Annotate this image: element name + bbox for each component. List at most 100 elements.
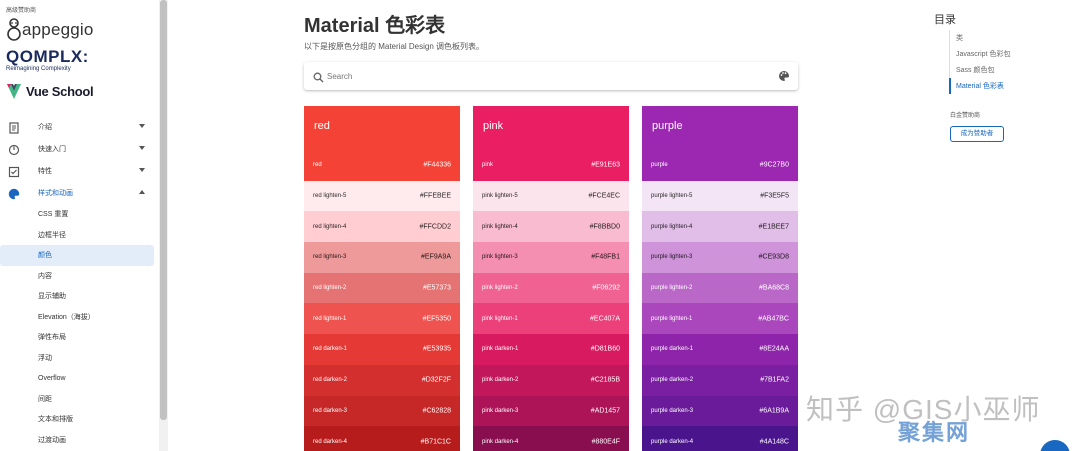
palette-icon[interactable] (778, 69, 790, 87)
sidebar-item-transitions[interactable]: 过渡动画 (0, 430, 158, 451)
color-name: purple lighten-4 (651, 223, 693, 230)
color-swatch-row[interactable]: purple darken-4 #4A148C (642, 426, 798, 451)
sidebar-item-colors[interactable]: 颜色 (0, 245, 154, 266)
sidebar-item-typography[interactable]: 文本和排版 (0, 409, 158, 430)
color-swatch-row[interactable]: pink lighten-2 #F06292 (473, 272, 629, 304)
sidebar-item-elevation[interactable]: Elevation（海拔） (0, 307, 158, 328)
sidebar-item-label: 浮动 (38, 354, 52, 362)
color-swatch-row[interactable]: red darken-3 #C62828 (304, 395, 460, 427)
sidebar-group-features[interactable]: 特性 (0, 160, 158, 182)
color-swatch-row[interactable]: pink lighten-4 #F8BBD0 (473, 211, 629, 243)
color-hex: #CE93D8 (758, 253, 789, 261)
color-name: purple (651, 162, 668, 169)
color-swatch-row[interactable]: red darken-2 #D32F2F (304, 364, 460, 396)
sidebar-item-float[interactable]: 浮动 (0, 348, 158, 369)
color-swatch-row[interactable]: purple lighten-1 #AB47BC (642, 303, 798, 335)
palette-header: red (304, 106, 460, 150)
color-name: red lighten-2 (313, 285, 347, 292)
color-swatch-row[interactable]: purple #9C27B0 (642, 150, 798, 181)
color-name: pink lighten-4 (482, 223, 518, 230)
color-hex: #E57373 (422, 284, 451, 292)
sidebar-item-label: 内容 (38, 272, 52, 280)
color-swatch-row[interactable]: red lighten-4 #FFCDD2 (304, 211, 460, 243)
vueschool-mark-icon (7, 84, 21, 99)
watermark-site: 聚集网 (898, 420, 971, 445)
palette-name: red (314, 120, 330, 132)
app-root: 高级赞助商 appeggio QOMPLX: Reimagining Compl… (0, 0, 1080, 451)
appeggio-logo[interactable]: appeggio (6, 17, 94, 43)
sidebar-item-display[interactable]: 显示辅助 (0, 286, 158, 307)
sidebar-item-overflow[interactable]: Overflow (0, 368, 158, 389)
color-hex: #EF9A9A (421, 253, 451, 261)
qomplx-logo[interactable]: QOMPLX: Reimagining Complexity (6, 48, 89, 72)
palette-red: red red #F44336 red lighten-5 #FFEBEE red lig… (304, 106, 460, 451)
palette-name: pink (483, 120, 504, 132)
color-swatch-row[interactable]: pink lighten-3 #F48FB1 (473, 242, 629, 273)
sidebar-item-content[interactable]: 内容 (0, 266, 158, 287)
toc-item-sass-pack[interactable]: Sass 颜色包 (949, 62, 1059, 78)
color-swatch-row[interactable]: red lighten-1 #EF5350 (304, 303, 460, 335)
color-swatch-row[interactable]: pink lighten-1 #EC407A (473, 303, 629, 335)
color-swatch-row[interactable]: purple lighten-3 #CE93D8 (642, 242, 798, 273)
color-hex: #C62828 (422, 407, 451, 415)
color-hex: #9C27B0 (759, 161, 789, 169)
color-name: pink darken-1 (482, 346, 519, 353)
color-swatch-row[interactable]: purple darken-1 #8E24AA (642, 334, 798, 365)
speed-icon (8, 143, 20, 156)
chevron-down-icon (139, 124, 145, 128)
color-swatch-row[interactable]: red lighten-3 #EF9A9A (304, 242, 460, 273)
page-subtitle: 以下是按原色分组的 Material Design 调色板列表。 (304, 42, 485, 51)
sidebar-group-intro[interactable]: 介绍 (0, 116, 158, 138)
palette-name: purple (652, 120, 683, 132)
become-sponsor-button[interactable]: 成为赞助者 (950, 126, 1004, 142)
color-hex: #EC407A (590, 315, 620, 323)
sidebar-item-flex[interactable]: 弹性布局 (0, 327, 158, 348)
color-swatch-row[interactable]: purple darken-3 #6A1B9A (642, 395, 798, 427)
vueschool-logo[interactable]: Vue School (6, 82, 94, 100)
color-hex: #BA68C8 (759, 284, 789, 292)
color-swatch-row[interactable]: pink darken-3 #AD1457 (473, 395, 629, 427)
toc-item-material-colors[interactable]: Material 色彩表 (949, 78, 1059, 94)
sidebar-scrollbar-thumb[interactable] (160, 0, 167, 420)
floating-action-button[interactable] (1040, 440, 1070, 451)
color-hex: #7B1FA2 (760, 376, 789, 384)
color-search-input[interactable] (327, 67, 767, 85)
color-swatch-row[interactable]: purple darken-2 #7B1FA2 (642, 364, 798, 396)
color-swatch-row[interactable]: red #F44336 (304, 150, 460, 181)
color-name: red darken-3 (313, 407, 348, 414)
color-swatch-row[interactable]: red darken-1 #E53935 (304, 334, 460, 365)
color-name: red lighten-5 (313, 193, 347, 200)
sidebar-item-label: Overflow (38, 374, 66, 382)
toc-list: 类 Javascript 色彩包 Sass 颜色包 Material 色彩表 (949, 30, 1059, 94)
appeggio-mark-icon (7, 18, 21, 41)
sidebar-item-spacing[interactable]: 间距 (0, 389, 158, 410)
sidebar-group-quickstart[interactable]: 快速入门 (0, 138, 158, 160)
color-swatch-row[interactable]: pink darken-1 #D81B60 (473, 334, 629, 365)
sidebar-nav: 介绍 快速入门 特性 样式和动画 CSS 重置 边框半径 颜色 内容 显示辅助 … (0, 116, 158, 450)
color-swatch-row[interactable]: purple lighten-4 #E1BEE7 (642, 211, 798, 243)
color-swatch-row[interactable]: pink darken-2 #C2185B (473, 364, 629, 396)
sidebar-group-label: 特性 (38, 168, 52, 175)
sidebar-item-css-reset[interactable]: CSS 重置 (0, 204, 158, 225)
color-hex: #FCE4EC (588, 192, 620, 200)
color-swatch-row[interactable]: purple lighten-2 #BA68C8 (642, 272, 798, 304)
platinum-sponsor-caption: 白金赞助商 (950, 113, 981, 119)
color-swatch-row[interactable]: pink lighten-5 #FCE4EC (473, 180, 629, 212)
color-hex: #AD1457 (590, 407, 620, 415)
sidebar-group-styles[interactable]: 样式和动画 (0, 182, 158, 204)
page-title: Material 色彩表 (304, 15, 446, 37)
color-swatch-row[interactable]: red darken-4 #B71C1C (304, 426, 460, 451)
color-swatch-row[interactable]: red lighten-2 #E57373 (304, 272, 460, 304)
color-hex: #F3E5F5 (760, 192, 789, 200)
sponsor-caption: 高级赞助商 (6, 8, 37, 14)
chevron-up-icon (139, 190, 145, 194)
color-name: red darken-1 (313, 346, 348, 353)
color-swatch-row[interactable]: pink darken-4 #880E4F (473, 426, 629, 451)
color-swatch-row[interactable]: purple lighten-5 #F3E5F5 (642, 180, 798, 212)
color-swatch-row[interactable]: pink #E91E63 (473, 150, 629, 181)
toc-item-classes[interactable]: 类 (949, 30, 1059, 46)
sidebar-item-border-radius[interactable]: 边框半径 (0, 225, 158, 246)
palette-icon (8, 187, 20, 200)
color-swatch-row[interactable]: red lighten-5 #FFEBEE (304, 180, 460, 212)
toc-item-javascript-pack[interactable]: Javascript 色彩包 (949, 46, 1059, 62)
